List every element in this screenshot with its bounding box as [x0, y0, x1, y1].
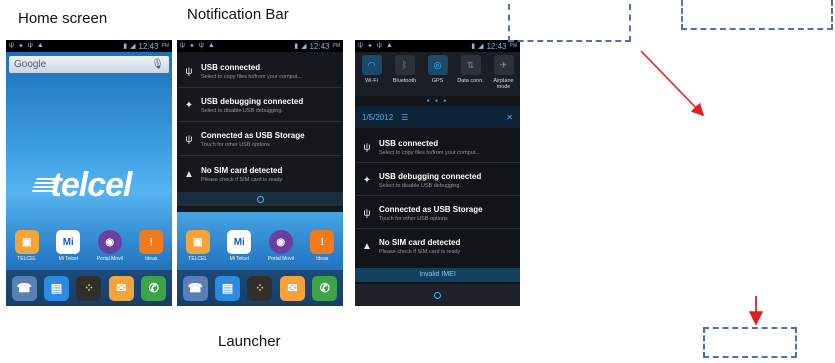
annotation-arrow: [640, 50, 705, 117]
annotation-arrows: [640, 50, 764, 326]
